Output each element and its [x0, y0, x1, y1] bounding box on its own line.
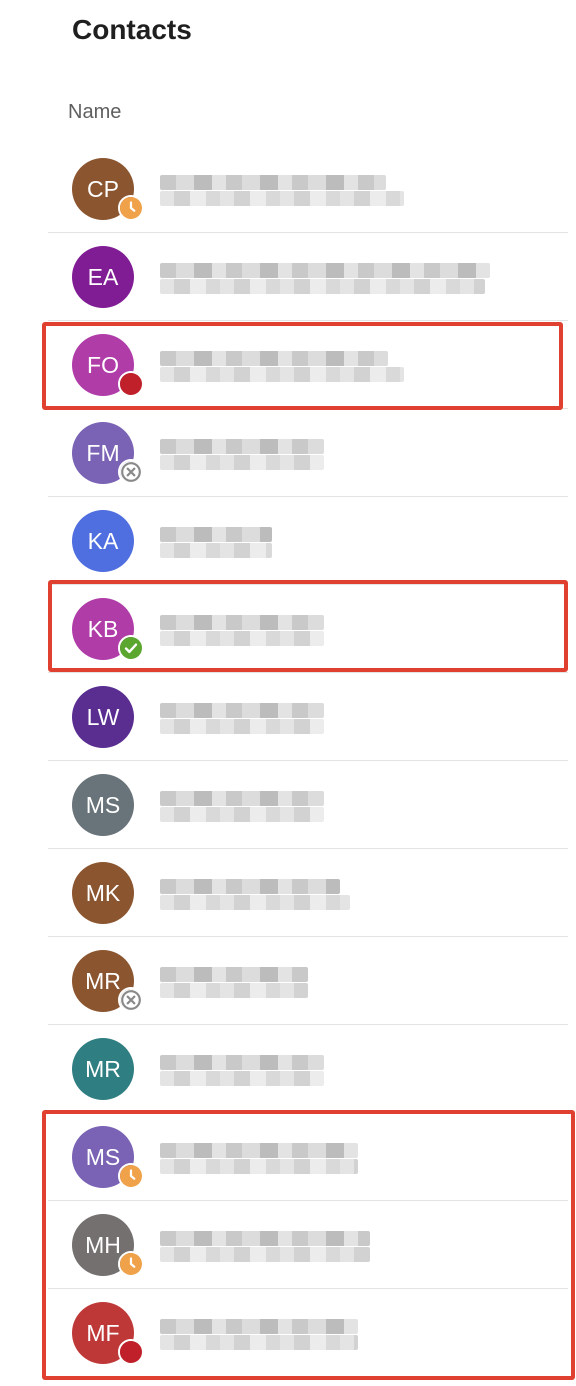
x-circle-icon: [118, 987, 144, 1013]
redacted-contact-details: [160, 437, 400, 471]
contact-row[interactable]: FM: [0, 409, 576, 497]
redacted-contact-details: [160, 877, 400, 911]
contact-row[interactable]: MK: [0, 849, 576, 937]
redacted-contact-details: [160, 525, 400, 559]
redacted-contact-details: [160, 173, 404, 207]
redacted-contact-details: [160, 789, 400, 823]
name-column-header[interactable]: Name: [68, 101, 121, 124]
busy-dot-icon: [118, 371, 144, 397]
redacted-contact-details: [160, 1053, 400, 1087]
clock-icon: [118, 195, 144, 221]
avatar: MS: [72, 774, 134, 836]
clock-icon: [118, 1163, 144, 1189]
avatar: LW: [72, 686, 134, 748]
check-circle-icon: [118, 635, 144, 661]
contact-row[interactable]: MF: [0, 1289, 576, 1377]
contacts-list: CP EA FO FM KA KB LW MS MK MR MR MS MH MF: [0, 145, 576, 1377]
clock-icon: [118, 1251, 144, 1277]
redacted-contact-details: [160, 1141, 400, 1175]
avatar: EA: [72, 246, 134, 308]
contact-row[interactable]: LW: [0, 673, 576, 761]
contact-row[interactable]: KA: [0, 497, 576, 585]
redacted-contact-details: [160, 1317, 400, 1351]
contact-row[interactable]: KB: [0, 585, 576, 673]
contact-row[interactable]: MR: [0, 1025, 576, 1113]
redacted-contact-details: [160, 965, 400, 999]
redacted-contact-details: [160, 349, 404, 383]
contact-row[interactable]: CP: [0, 145, 576, 233]
contact-row[interactable]: MR: [0, 937, 576, 1025]
contact-row[interactable]: MH: [0, 1201, 576, 1289]
contact-row[interactable]: EA: [0, 233, 576, 321]
redacted-contact-details: [160, 261, 490, 295]
page-title: Contacts: [72, 14, 192, 45]
x-circle-icon: [118, 459, 144, 485]
contact-row[interactable]: MS: [0, 1113, 576, 1201]
redacted-contact-details: [160, 1229, 400, 1263]
contact-row[interactable]: MS: [0, 761, 576, 849]
busy-dot-icon: [118, 1339, 144, 1365]
redacted-contact-details: [160, 613, 400, 647]
contact-row[interactable]: FO: [0, 321, 576, 409]
avatar: MK: [72, 862, 134, 924]
avatar: MR: [72, 1038, 134, 1100]
avatar: KA: [72, 510, 134, 572]
redacted-contact-details: [160, 701, 400, 735]
